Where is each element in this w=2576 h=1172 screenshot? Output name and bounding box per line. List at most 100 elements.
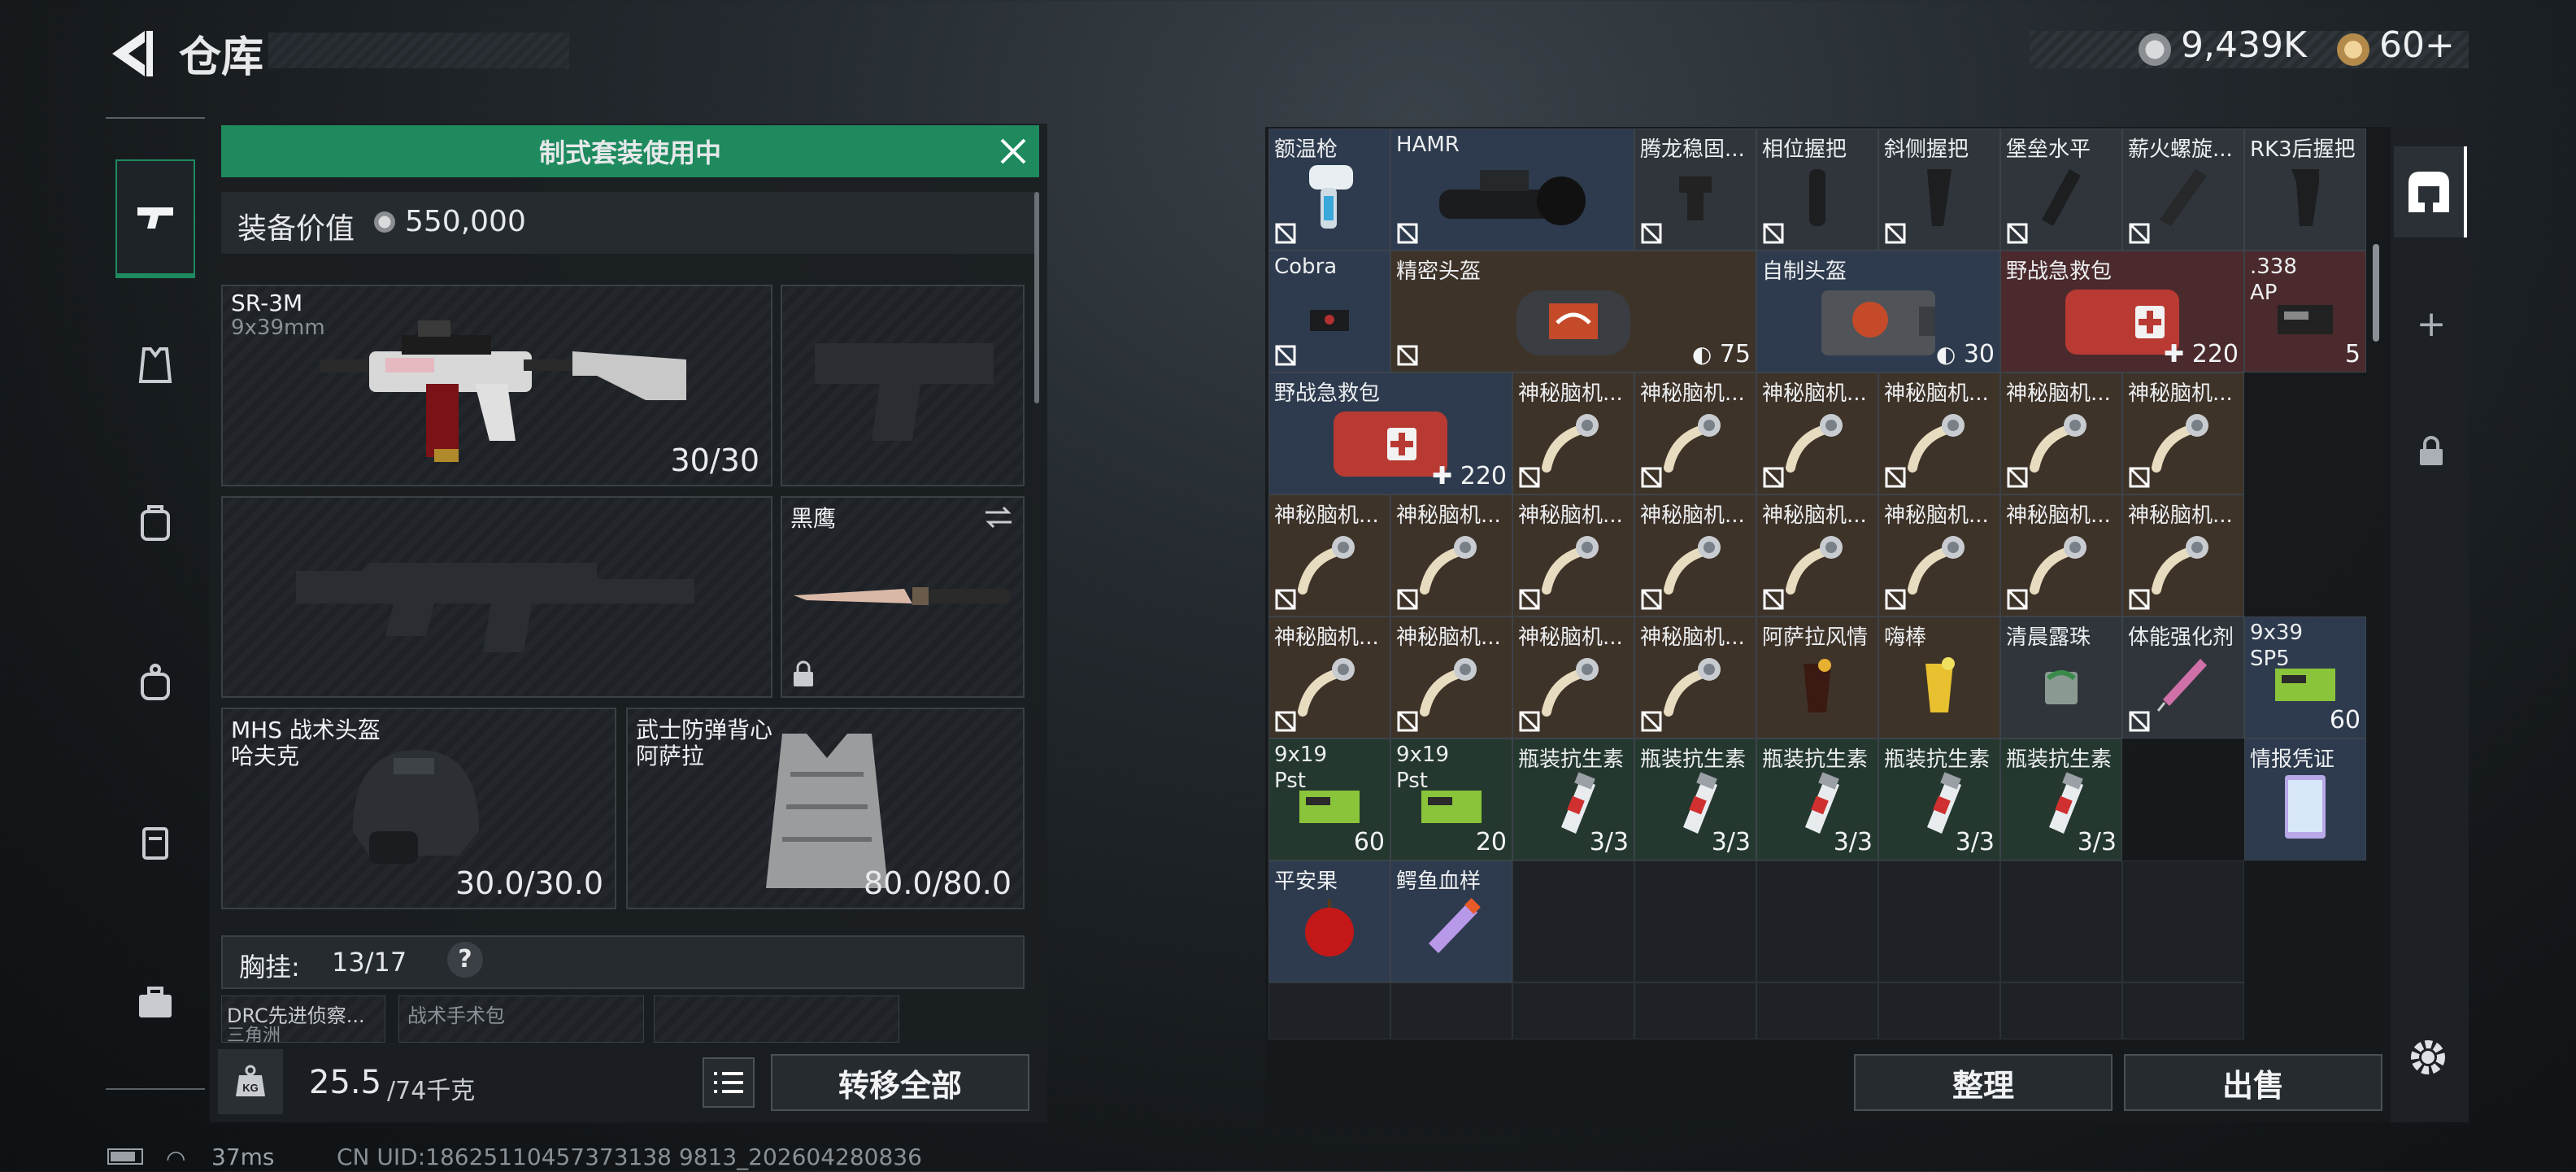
item-label: 9x19 [1274,743,1328,767]
inventory-item[interactable]: 自制头盔 ◐ 30 [1756,251,2000,373]
inventory-item[interactable]: 神秘脑机... [1512,495,1634,616]
empty-slot[interactable] [1268,982,1390,1039]
inventory-item[interactable]: 相位握把 [1756,129,1878,251]
inventory-item[interactable]: Cobra [1268,251,1390,373]
back-button[interactable] [106,28,154,80]
currency-gold[interactable]: 60+ [2379,24,2455,66]
inventory-item[interactable]: 神秘脑机... [1268,495,1390,616]
empty-slot[interactable] [1634,860,1756,982]
empty-slot[interactable] [1512,860,1634,982]
chest-rig-row[interactable]: 胸挂: 13/17 ? [221,935,1025,989]
nav-pouch[interactable] [115,643,195,722]
empty-slot[interactable] [2122,860,2244,982]
no-insure-icon [2129,223,2150,244]
nav-toolbox[interactable] [115,963,195,1043]
inventory-item[interactable]: 神秘脑机... [1390,616,1512,738]
inventory-item[interactable]: 瓶装抗生素 3/3 [1756,738,1878,860]
add-tab-icon[interactable]: + [2408,301,2454,346]
empty-slot[interactable] [2122,982,2244,1039]
empty-slot[interactable] [1756,860,1878,982]
nav-vest[interactable] [115,325,195,405]
stash-tab[interactable] [2394,146,2467,237]
case-icon [142,827,168,860]
empty-slot[interactable] [1878,982,2000,1039]
inventory-item[interactable]: 薪火螺旋... [2122,129,2244,251]
inventory-item[interactable]: 神秘脑机... [1512,373,1634,495]
nav-weapons[interactable] [115,159,195,278]
helmet-slot[interactable]: MHS 战术头盔 哈夫克 30.0/30.0 [221,708,616,909]
inventory-item[interactable]: 腾龙稳固... [1634,129,1756,251]
swap-icon[interactable] [982,504,1015,530]
inventory-item[interactable]: 神秘脑机... [1268,616,1390,738]
secondary-weapon-slot[interactable] [221,496,772,698]
inventory-item[interactable]: RK3后握把 [2244,129,2366,251]
inventory-item[interactable]: 嗨棒 [1878,616,2000,738]
inventory-item[interactable]: 情报凭证 [2244,738,2366,860]
inventory-item[interactable]: .338 AP 5 [2244,251,2366,373]
inventory-item[interactable]: 堡垒水平 [2000,129,2122,251]
inventory-item[interactable]: 神秘脑机... [1512,616,1634,738]
settings-gear-icon[interactable] [2404,1033,2452,1082]
transfer-all-button[interactable]: 转移全部 [771,1054,1029,1111]
empty-slot[interactable] [1512,982,1634,1039]
inventory-item[interactable]: 神秘脑机... [2000,495,2122,616]
list-view-button[interactable] [703,1057,755,1108]
inventory-item[interactable]: 瓶装抗生素 3/3 [1878,738,2000,860]
inventory-item[interactable]: 神秘脑机... [1634,616,1756,738]
inventory-item[interactable]: 9x19 Pst 60 [1268,738,1390,860]
nav-case[interactable] [115,802,195,882]
sell-button[interactable]: 出售 [2124,1054,2382,1111]
armor-slot[interactable]: 武士防弹背心 阿萨拉 80.0/80.0 [626,708,1025,909]
sidearm-slot[interactable] [781,285,1025,486]
inventory-item[interactable]: 体能强化剂 [2122,616,2244,738]
inventory-item[interactable]: 瓶装抗生素 3/3 [2000,738,2122,860]
empty-slot[interactable] [2000,982,2122,1039]
inventory-item[interactable]: 瓶装抗生素 3/3 [1512,738,1634,860]
inventory-item[interactable]: 神秘脑机... [1634,495,1756,616]
close-icon[interactable] [997,135,1029,168]
inventory-item[interactable]: 神秘脑机... [2000,373,2122,495]
inventory-item[interactable]: 神秘脑机... [1390,495,1512,616]
inventory-item[interactable]: 精密头盔 ◐ 75 [1390,251,1756,373]
inventory-item[interactable]: 阿萨拉风情 [1756,616,1878,738]
red-dot-sight-image [1310,309,1349,331]
inventory-item[interactable]: 神秘脑机... [1756,495,1878,616]
primary-weapon-slot[interactable]: SR-3M 9x39mm 30/30 [221,285,772,486]
sort-button[interactable]: 整理 [1854,1054,2113,1111]
rifle-silhouette-icon [296,563,694,652]
inventory-item[interactable]: 野战急救包 ✚ 220 [2000,251,2244,373]
inventory-item[interactable]: 神秘脑机... [1878,495,2000,616]
inventory-item[interactable]: 9x19 Pst 20 [1390,738,1512,860]
empty-slot[interactable] [2000,860,2122,982]
melee-slot[interactable]: 黑鹰 [781,496,1025,698]
item-count: 3/3 [1589,828,1629,856]
empty-slot[interactable] [1756,982,1878,1039]
pouch-slot[interactable]: DRC先进侦察... 三角洲 [221,996,385,1046]
inventory-item[interactable]: 野战急救包 ✚ 220 [1268,373,1512,495]
inventory-item[interactable]: 9x39 SP5 60 [2244,616,2366,738]
inventory-item[interactable]: 神秘脑机... [1878,373,2000,495]
inventory-item[interactable]: 神秘脑机... [2122,495,2244,616]
pouch-slot[interactable] [654,996,899,1043]
help-icon[interactable]: ? [447,942,483,978]
inventory-item[interactable]: 神秘脑机... [2122,373,2244,495]
pouch-slot[interactable]: 战术手术包 [398,996,644,1043]
inventory-scrollbar[interactable] [2373,244,2379,342]
empty-slot[interactable] [1634,982,1756,1039]
empty-slot[interactable] [1390,982,1512,1039]
inventory-item[interactable]: 鳄鱼血样 [1390,860,1512,982]
empty-slot[interactable] [1878,860,2000,982]
inventory-item[interactable]: 额温枪 [1268,129,1390,251]
item-label: 堡垒水平 [2006,137,2091,162]
inventory-item[interactable]: 清晨露珠 [2000,616,2122,738]
inventory-item[interactable]: 斜侧握把 [1878,129,2000,251]
item-label: 神秘脑机... [2006,381,2111,406]
loadout-scrollbar[interactable] [1034,192,1039,403]
inventory-item[interactable]: 神秘脑机... [1634,373,1756,495]
inventory-item[interactable]: 神秘脑机... [1756,373,1878,495]
inventory-item[interactable]: 瓶装抗生素 3/3 [1634,738,1756,860]
nav-backpack[interactable] [115,483,195,563]
item-label: 体能强化剂 [2128,625,2234,650]
inventory-item[interactable]: 平安果 [1268,860,1390,982]
inventory-item[interactable]: HAMR [1390,129,1634,251]
